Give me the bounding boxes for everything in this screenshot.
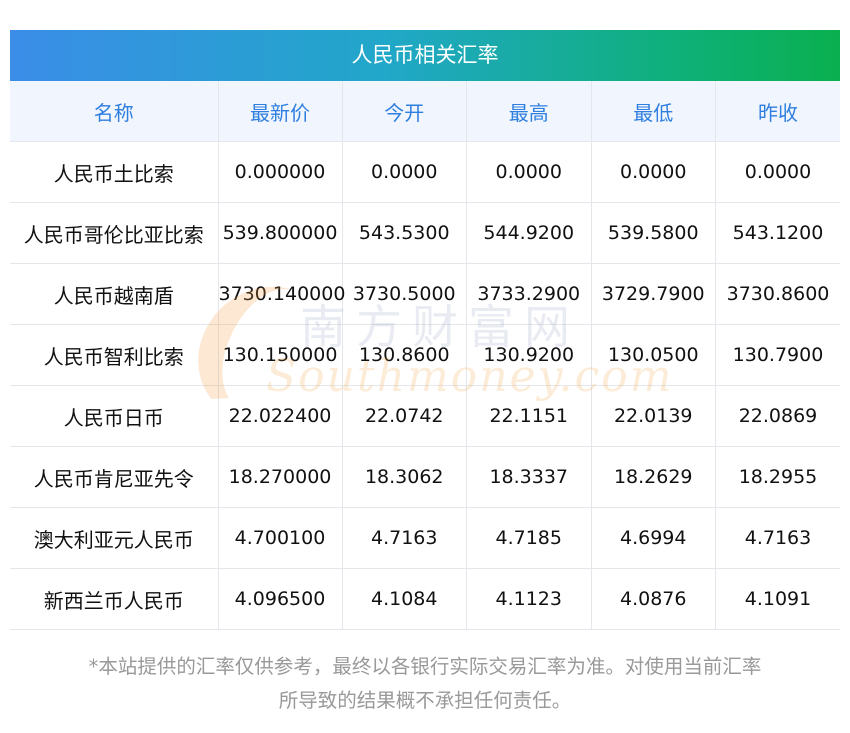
table-row: 人民币智利比索 130.150000 130.8600 130.9200 130… <box>10 324 840 386</box>
column-header-low: 最低 <box>591 81 716 142</box>
table-header-row: 名称 最新价 今开 最高 最低 昨收 <box>10 81 840 142</box>
high-price: 544.9200 <box>466 202 592 264</box>
table-body: 人民币土比索 0.000000 0.0000 0.0000 0.0000 0.0… <box>10 141 840 630</box>
low-price: 18.2629 <box>591 446 716 508</box>
high-price: 4.7185 <box>466 507 592 569</box>
open-price: 130.8600 <box>342 324 467 386</box>
high-price: 0.0000 <box>466 141 592 203</box>
low-price: 0.0000 <box>591 141 716 203</box>
prev-close-price: 130.7900 <box>715 324 840 386</box>
open-price: 3730.5000 <box>342 263 467 325</box>
high-price: 4.1123 <box>466 568 592 630</box>
high-price: 3733.2900 <box>466 263 592 325</box>
table-title: 人民币相关汇率 <box>10 30 840 81</box>
latest-price: 4.096500 <box>218 568 343 630</box>
column-header-prev-close: 昨收 <box>715 81 840 142</box>
table-row: 人民币日币 22.022400 22.0742 22.1151 22.0139 … <box>10 385 840 447</box>
low-price: 22.0139 <box>591 385 716 447</box>
table-row: 新西兰币人民币 4.096500 4.1084 4.1123 4.0876 4.… <box>10 568 840 630</box>
currency-name: 人民币越南盾 <box>10 263 219 325</box>
latest-price: 0.000000 <box>218 141 343 203</box>
low-price: 130.0500 <box>591 324 716 386</box>
latest-price: 4.700100 <box>218 507 343 569</box>
prev-close-price: 0.0000 <box>715 141 840 203</box>
latest-price: 18.270000 <box>218 446 343 508</box>
open-price: 543.5300 <box>342 202 467 264</box>
column-header-high: 最高 <box>466 81 592 142</box>
open-price: 22.0742 <box>342 385 467 447</box>
open-price: 0.0000 <box>342 141 467 203</box>
currency-name: 人民币日币 <box>10 385 219 447</box>
currency-name: 人民币哥伦比亚比索 <box>10 202 219 264</box>
latest-price: 22.022400 <box>218 385 343 447</box>
high-price: 22.1151 <box>466 385 592 447</box>
low-price: 4.6994 <box>591 507 716 569</box>
disclaimer-footnote: *本站提供的汇率仅供参考，最终以各银行实际交易汇率为准。对使用当前汇率 所导致的… <box>10 650 840 718</box>
column-header-latest: 最新价 <box>218 81 343 142</box>
currency-name: 人民币土比索 <box>10 141 219 203</box>
high-price: 18.3337 <box>466 446 592 508</box>
latest-price: 539.800000 <box>218 202 343 264</box>
prev-close-price: 543.1200 <box>715 202 840 264</box>
disclaimer-line-1: *本站提供的汇率仅供参考，最终以各银行实际交易汇率为准。对使用当前汇率 <box>88 655 762 678</box>
exchange-rate-table: 名称 最新价 今开 最高 最低 昨收 人民币土比索 0.000000 0.000… <box>10 81 840 630</box>
currency-name: 人民币肯尼亚先令 <box>10 446 219 508</box>
table-row: 人民币土比索 0.000000 0.0000 0.0000 0.0000 0.0… <box>10 141 840 203</box>
open-price: 18.3062 <box>342 446 467 508</box>
table-row: 澳大利亚元人民币 4.700100 4.7163 4.7185 4.6994 4… <box>10 507 840 569</box>
prev-close-price: 18.2955 <box>715 446 840 508</box>
prev-close-price: 4.1091 <box>715 568 840 630</box>
column-header-open: 今开 <box>342 81 467 142</box>
open-price: 4.1084 <box>342 568 467 630</box>
low-price: 3729.7900 <box>591 263 716 325</box>
column-header-name: 名称 <box>10 81 219 142</box>
table-row: 人民币肯尼亚先令 18.270000 18.3062 18.3337 18.26… <box>10 446 840 508</box>
currency-name: 新西兰币人民币 <box>10 568 219 630</box>
open-price: 4.7163 <box>342 507 467 569</box>
low-price: 4.0876 <box>591 568 716 630</box>
disclaimer-line-2: 所导致的结果概不承担任何责任。 <box>278 689 572 712</box>
currency-name: 澳大利亚元人民币 <box>10 507 219 569</box>
latest-price: 3730.140000 <box>218 263 345 325</box>
prev-close-price: 3730.8600 <box>715 263 840 325</box>
low-price: 539.5800 <box>591 202 716 264</box>
table-row: 人民币越南盾 3730.140000 3730.5000 3733.2900 3… <box>10 263 840 325</box>
prev-close-price: 4.7163 <box>715 507 840 569</box>
high-price: 130.9200 <box>466 324 592 386</box>
latest-price: 130.150000 <box>218 324 343 386</box>
prev-close-price: 22.0869 <box>715 385 840 447</box>
currency-name: 人民币智利比索 <box>10 324 219 386</box>
table-row: 人民币哥伦比亚比索 539.800000 543.5300 544.9200 5… <box>10 202 840 264</box>
